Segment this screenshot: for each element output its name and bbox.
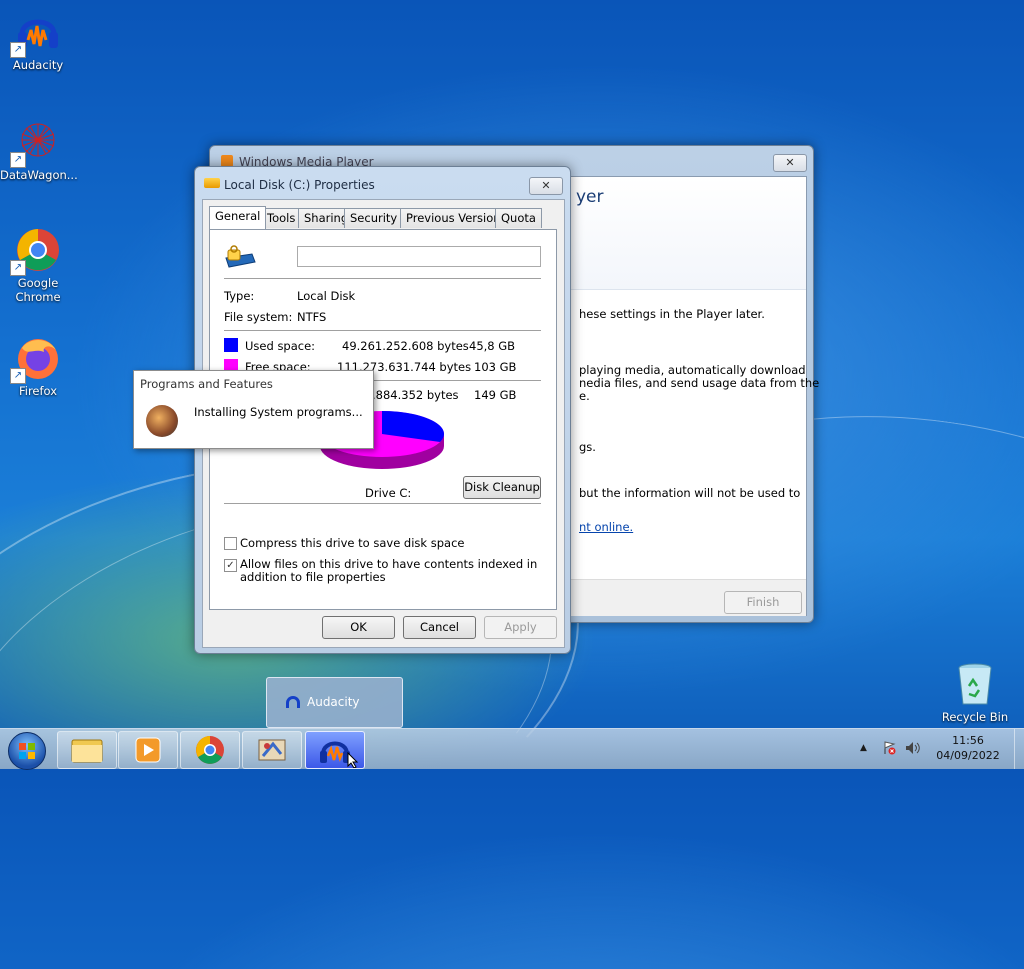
- mouse-cursor-icon: [347, 752, 359, 768]
- type-label: Type:: [224, 289, 255, 303]
- compress-label: Compress this drive to save disk space: [240, 536, 465, 550]
- clock-time: 11:56: [952, 734, 984, 747]
- ok-button[interactable]: OK: [322, 616, 395, 639]
- taskbar-thumbnail-label: Audacity: [307, 695, 360, 709]
- clock[interactable]: 11:56 04/09/2022: [928, 733, 1008, 763]
- firefox-icon: ↗: [10, 334, 62, 384]
- shortcut-arrow-icon: ↗: [10, 368, 26, 384]
- desktop-icon-label: Google Chrome: [15, 276, 61, 304]
- wmp-header-fragment: yer: [576, 187, 604, 207]
- start-button[interactable]: [8, 732, 46, 770]
- apply-button[interactable]: Apply: [484, 616, 557, 639]
- disk-cleanup-button[interactable]: Disk Cleanup: [463, 476, 541, 499]
- volume-icon[interactable]: [905, 741, 921, 755]
- programs-popup-title: Programs and Features: [140, 377, 273, 391]
- control-panel-icon: [258, 739, 286, 761]
- wmp-close-button[interactable]: ✕: [773, 154, 807, 172]
- desktop-icon-chrome[interactable]: ↗ Google Chrome: [0, 226, 76, 304]
- drive-large-icon: [224, 244, 256, 270]
- shortcut-arrow-icon: ↗: [10, 260, 26, 276]
- tab-general[interactable]: General: [209, 206, 267, 229]
- tab-security[interactable]: Security: [344, 208, 404, 228]
- used-space-swatch: [224, 338, 238, 352]
- wmp-link[interactable]: nt online.: [579, 520, 633, 534]
- show-hidden-icons-button[interactable]: ▲: [860, 743, 867, 753]
- free-space-gb: 103 GB: [474, 360, 517, 374]
- media-player-icon: [135, 737, 161, 763]
- index-checkbox[interactable]: ✓: [224, 559, 237, 572]
- tab-quota[interactable]: Quota: [495, 208, 542, 228]
- divider: [224, 278, 541, 279]
- clock-date: 04/09/2022: [936, 749, 1000, 762]
- wmp-text-line: hese settings in the Player later.: [579, 307, 765, 321]
- wmp-text-line: playing media, automatically download: [579, 363, 806, 377]
- show-desktop-button[interactable]: [1014, 729, 1024, 769]
- windows-logo-icon: [19, 743, 35, 759]
- index-label: Allow files on this drive to have conten…: [240, 557, 538, 584]
- compress-checkbox[interactable]: [224, 537, 237, 550]
- desktop-icon-recycle-bin[interactable]: Recycle Bin: [937, 660, 1013, 724]
- taskbar-explorer-button[interactable]: [57, 731, 117, 769]
- folder-icon: [71, 739, 103, 763]
- filesystem-label: File system:: [224, 310, 293, 324]
- programs-popup[interactable]: Programs and Features Installing System …: [133, 370, 374, 449]
- wmp-text-line: gs.: [579, 440, 596, 454]
- wmp-text-line: but the information will not be used to: [579, 486, 801, 500]
- shortcut-arrow-icon: ↗: [10, 152, 26, 168]
- desktop-icon-label: DataWagon...: [0, 168, 78, 182]
- used-space-bytes: 49.261.252.608 bytes: [342, 339, 469, 353]
- drive-label: Drive C:: [365, 486, 412, 500]
- installer-icon: [146, 405, 178, 437]
- type-value: Local Disk: [297, 289, 356, 303]
- wmp-text-line: nedia files, and send usage data from th…: [579, 376, 820, 390]
- drive-title-icon: [204, 178, 220, 188]
- filesystem-value: NTFS: [297, 310, 327, 324]
- desktop-icon-label: Recycle Bin: [941, 710, 1009, 724]
- used-space-gb: 45,8 GB: [469, 339, 516, 353]
- properties-titlebar[interactable]: Local Disk (C:) Properties ✕: [195, 167, 570, 195]
- desktop-icon-audacity[interactable]: ↗ Audacity: [0, 8, 76, 72]
- divider: [224, 330, 541, 331]
- recycle-bin-icon: [951, 660, 999, 708]
- taskbar-control-panel-button[interactable]: [242, 731, 302, 769]
- drive-name-input[interactable]: [297, 246, 541, 267]
- chrome-icon: [196, 736, 224, 764]
- desktop-icon-label: Firefox: [18, 384, 58, 398]
- desktop-icon-firefox[interactable]: ↗ Firefox: [0, 334, 76, 398]
- audacity-small-icon: [286, 696, 300, 708]
- action-center-icon[interactable]: [882, 741, 896, 755]
- divider: [224, 503, 541, 504]
- datawagon-icon: ↗: [10, 118, 62, 168]
- properties-title: Local Disk (C:) Properties: [224, 178, 375, 192]
- tab-tools[interactable]: Tools: [261, 208, 302, 228]
- audacity-icon: ↗: [10, 8, 62, 58]
- programs-popup-message: Installing System programs...: [194, 405, 363, 419]
- desktop-icon-datawagon[interactable]: ↗ DataWagon...: [0, 118, 78, 182]
- wmp-text-line: e.: [579, 389, 590, 403]
- shortcut-arrow-icon: ↗: [10, 42, 26, 58]
- taskbar-thumbnail[interactable]: Audacity: [266, 677, 403, 728]
- properties-close-button[interactable]: ✕: [529, 177, 563, 195]
- capacity-gb: 149 GB: [474, 388, 517, 402]
- capacity-bytes: .884.352 bytes: [372, 388, 459, 402]
- used-space-label: Used space:: [245, 339, 316, 353]
- desktop-icon-label: Audacity: [12, 58, 64, 72]
- taskbar: ▲ 11:56 04/09/2022: [0, 728, 1024, 770]
- taskbar-chrome-button[interactable]: [180, 731, 240, 769]
- taskbar-media-player-button[interactable]: [118, 731, 178, 769]
- wmp-finish-button[interactable]: Finish: [724, 591, 802, 614]
- cancel-button[interactable]: Cancel: [403, 616, 476, 639]
- tab-strip: General Tools Sharing Security Previous …: [209, 206, 549, 230]
- chrome-icon: ↗: [10, 226, 62, 276]
